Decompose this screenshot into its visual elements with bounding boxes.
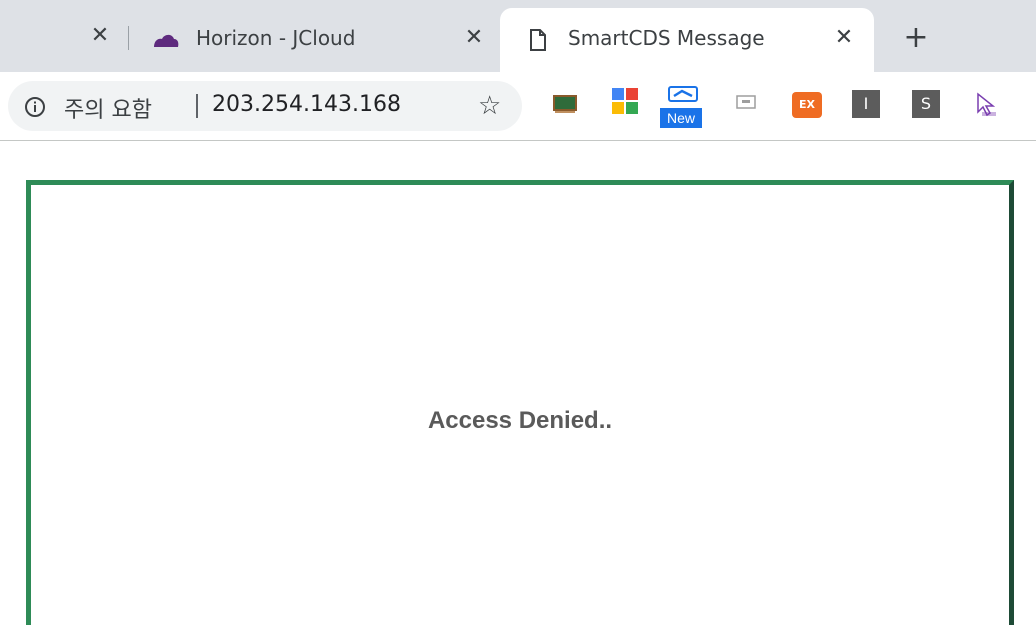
- browser-toolbar: 주의 요함 203.254.143.168 ☆ New EX I S: [0, 72, 1036, 141]
- new-tab-button[interactable]: +: [900, 22, 932, 54]
- security-status[interactable]: 주의 요함: [64, 92, 152, 124]
- tab-close-icon[interactable]: ✕: [460, 24, 488, 52]
- i-bookmark-icon[interactable]: I: [852, 90, 880, 118]
- access-denied-message: Access Denied..: [427, 407, 613, 434]
- cursor-clean-icon[interactable]: [974, 90, 998, 122]
- address-bar[interactable]: 주의 요함 203.254.143.168 ☆: [8, 81, 522, 131]
- page-icon: [528, 28, 548, 57]
- tab-strip: ✕ Horizon - JCloud ✕ SmartCDS Message ✕ …: [0, 0, 1036, 72]
- tab-close-icon[interactable]: ✕: [830, 24, 858, 52]
- cloud-icon: [152, 30, 180, 54]
- message-panel: Access Denied..: [26, 180, 1014, 625]
- tab-title: Horizon - JCloud: [196, 26, 356, 50]
- new-badge: New: [660, 108, 702, 128]
- new-app-icon[interactable]: [668, 86, 698, 106]
- google-apps-icon[interactable]: [610, 86, 640, 122]
- chalkboard-icon[interactable]: [552, 90, 578, 120]
- url-text[interactable]: 203.254.143.168: [212, 92, 401, 117]
- s-bookmark-icon[interactable]: S: [912, 90, 940, 118]
- tab-title: SmartCDS Message: [568, 26, 765, 50]
- keyboard-icon[interactable]: [736, 94, 756, 114]
- tab-smartcds-message[interactable]: SmartCDS Message ✕: [500, 8, 874, 72]
- tab-separator: [128, 26, 129, 50]
- ex-icon[interactable]: EX: [792, 92, 822, 118]
- previous-tab-close-icon[interactable]: ✕: [86, 22, 114, 50]
- url-separator: [196, 94, 198, 118]
- info-icon[interactable]: [24, 96, 46, 122]
- tab-horizon-jcloud[interactable]: Horizon - JCloud ✕: [132, 8, 498, 72]
- star-icon[interactable]: ☆: [478, 92, 501, 120]
